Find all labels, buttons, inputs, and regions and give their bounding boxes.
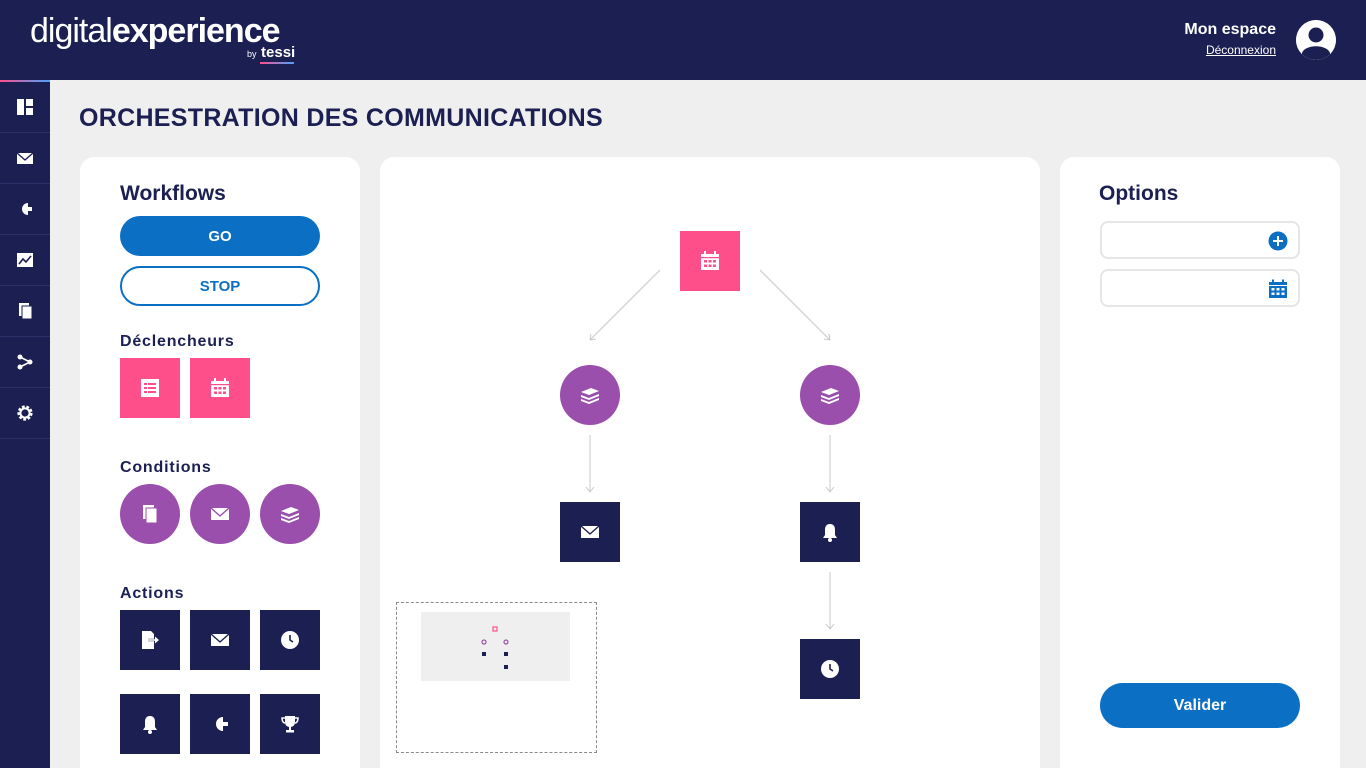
action-trophy-tile[interactable] [260, 694, 320, 754]
options-panel: Options Valider [1060, 157, 1340, 768]
option-field-date [1100, 269, 1300, 307]
canvas-node-action-clock[interactable] [800, 639, 860, 699]
logo-company: tessi [261, 44, 296, 61]
calendar-icon [211, 378, 229, 397]
avatar[interactable] [1296, 20, 1336, 60]
documents-icon [19, 303, 33, 320]
options-heading: Options [1099, 182, 1179, 205]
option-field-add [1100, 221, 1300, 259]
sidebar-item-mail[interactable] [0, 133, 50, 184]
top-header: digitalexperience by tessi Mon espace Dé… [0, 0, 1366, 80]
canvas-node-action-mail[interactable] [560, 502, 620, 562]
drop-zone[interactable] [396, 602, 597, 753]
canvas-node-trigger-calendar[interactable] [680, 231, 740, 291]
canvas-node-action-bell[interactable] [800, 502, 860, 562]
mail-icon [210, 633, 230, 646]
clock-icon [281, 631, 299, 649]
sidebar-item-dashboard[interactable] [0, 82, 50, 133]
plus-circle-icon[interactable] [1268, 231, 1288, 251]
workflow-preview-icon [481, 626, 509, 669]
action-clock-tile[interactable] [260, 610, 320, 670]
action-mail-tile[interactable] [190, 610, 250, 670]
workflows-heading: Workflows [120, 182, 226, 205]
sidebar-item-stats[interactable] [0, 235, 50, 286]
mail-icon [210, 507, 230, 520]
logo-by: by [247, 49, 257, 59]
drop-preview [421, 612, 570, 681]
share-icon [17, 354, 33, 370]
dashboard-icon [17, 99, 33, 115]
form-list-icon [141, 379, 159, 397]
user-space-label[interactable]: Mon espace [1184, 20, 1276, 40]
sidebar [0, 80, 50, 768]
logout-link[interactable]: Déconnexion [1206, 43, 1276, 57]
page-title: ORCHESTRATION DES COMMUNICATIONS [79, 104, 603, 132]
user-menu: Mon espace Déconnexion [1184, 20, 1276, 59]
documents-icon [143, 505, 158, 524]
action-bell-tile[interactable] [120, 694, 180, 754]
action-export-tile[interactable] [120, 610, 180, 670]
sidebar-item-share[interactable] [0, 337, 50, 388]
condition-documents-tile[interactable] [120, 484, 180, 544]
condition-stack-tile[interactable] [260, 484, 320, 544]
trigger-form-tile[interactable] [120, 358, 180, 418]
export-icon [142, 631, 159, 649]
canvas-node-condition-left[interactable] [560, 365, 620, 425]
workflow-canvas[interactable] [380, 157, 1040, 768]
stack-icon [581, 388, 599, 404]
logo-underline [260, 62, 294, 64]
user-avatar-icon [1296, 20, 1336, 60]
actions-label: Actions [120, 585, 185, 602]
conditions-label: Conditions [120, 459, 212, 476]
triggers-label: Déclencheurs [120, 333, 235, 350]
option-input-2[interactable] [1102, 271, 1262, 305]
logo-text-light: digital [30, 12, 113, 50]
go-button[interactable]: GO [120, 216, 320, 256]
calendar-icon[interactable] [1268, 279, 1288, 299]
sidebar-item-connectors[interactable] [0, 184, 50, 235]
plug-icon [22, 203, 32, 215]
option-input-1[interactable] [1102, 223, 1262, 257]
plug-icon [216, 717, 228, 731]
mail-icon [16, 152, 34, 164]
validate-button[interactable]: Valider [1100, 683, 1300, 728]
bell-icon [143, 716, 157, 734]
mail-icon [580, 525, 600, 538]
condition-mail-tile[interactable] [190, 484, 250, 544]
trigger-calendar-tile[interactable] [190, 358, 250, 418]
sidebar-item-documents[interactable] [0, 286, 50, 337]
chart-icon [17, 253, 33, 267]
gear-icon [17, 405, 33, 421]
stop-button[interactable]: STOP [120, 266, 320, 306]
canvas-node-condition-right[interactable] [800, 365, 860, 425]
clock-icon [821, 660, 839, 678]
calendar-icon [701, 251, 719, 270]
stack-icon [281, 507, 299, 523]
trophy-icon [281, 716, 299, 733]
stack-icon [821, 388, 839, 404]
action-plug-tile[interactable] [190, 694, 250, 754]
sidebar-item-settings[interactable] [0, 388, 50, 439]
bell-icon [823, 524, 837, 542]
brand-logo[interactable]: digitalexperience by tessi [30, 12, 295, 64]
workflows-panel: Workflows GO STOP Déclencheurs Condition… [80, 157, 360, 768]
